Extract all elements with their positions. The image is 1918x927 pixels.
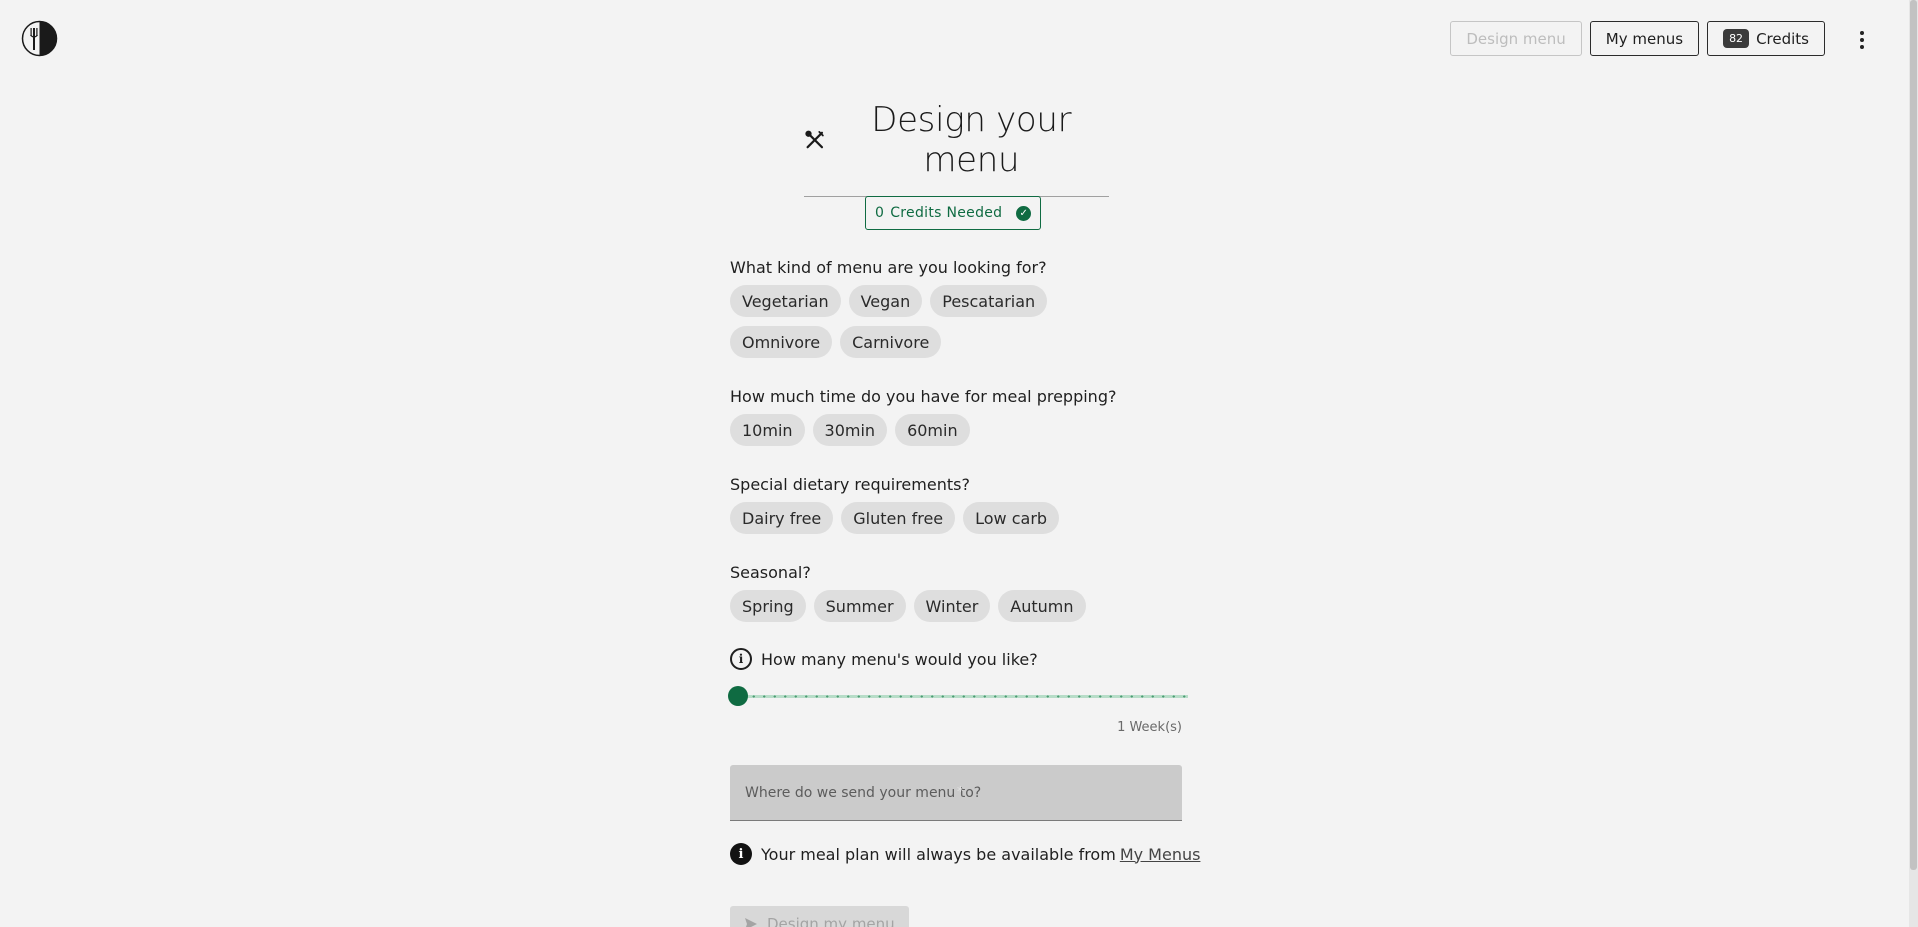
chip-carnivore[interactable]: Carnivore <box>840 326 942 358</box>
chip-dairy-free[interactable]: Dairy free <box>730 502 834 534</box>
chip-30min[interactable]: 30min <box>812 414 888 446</box>
chip-gluten-free[interactable]: Gluten free <box>841 502 956 534</box>
seasonal-chips: Spring Summer Winter Autumn <box>730 590 1130 622</box>
menus-count-slider[interactable] <box>728 686 1190 706</box>
logo[interactable] <box>21 20 58 57</box>
availability-note-text: Your meal plan will always be available … <box>761 844 1116 864</box>
seasonal-question: Seasonal? <box>730 563 811 582</box>
my-menus-button[interactable]: My menus <box>1589 21 1700 56</box>
required-mark: * <box>957 785 964 800</box>
seasonal-section: Seasonal? Spring Summer Winter Autumn <box>730 563 1130 622</box>
slider-thumb[interactable] <box>728 686 748 706</box>
menu-type-question: What kind of menu are you looking for? <box>730 258 1047 277</box>
check-circle-icon: ✓ <box>1016 205 1032 221</box>
chip-summer[interactable]: Summer <box>813 590 906 622</box>
prep-time-chips: 10min 30min 60min <box>730 414 1130 446</box>
menu-type-chips: Vegetarian Vegan Pescatarian Omnivore Ca… <box>730 285 1130 358</box>
chip-winter[interactable]: Winter <box>913 590 991 622</box>
fork-plate-icon <box>21 20 58 57</box>
design-my-menu-button[interactable]: Design my menu <box>730 906 909 927</box>
chip-spring[interactable]: Spring <box>730 590 806 622</box>
scrollbar[interactable] <box>1909 0 1918 927</box>
info-filled-icon: i <box>730 843 752 865</box>
credits-needed-badge: 0 Credits Needed ✓ <box>865 196 1042 230</box>
page-title: Design your menu <box>804 100 1109 180</box>
credits-needed-count: 0 <box>875 205 885 221</box>
menus-count-question: i How many menu's would you like? <box>730 648 1038 670</box>
send-icon <box>745 918 757 927</box>
chip-vegetarian[interactable]: Vegetarian <box>730 285 841 317</box>
chip-60min[interactable]: 60min <box>895 414 970 446</box>
dietary-section: Special dietary requirements? Dairy free… <box>730 475 1130 534</box>
chip-10min[interactable]: 10min <box>730 414 805 446</box>
design-my-menu-label: Design my menu <box>767 915 895 927</box>
credits-label: Credits <box>1756 29 1809 48</box>
page-title-text: Design your menu <box>871 100 1072 180</box>
chip-autumn[interactable]: Autumn <box>998 590 1086 622</box>
credits-button[interactable]: 82 Credits <box>1707 21 1825 56</box>
scrollbar-thumb[interactable] <box>1910 0 1917 870</box>
menus-count-label: How many menu's would you like? <box>761 649 1038 669</box>
dietary-chips: Dairy free Gluten free Low carb <box>730 502 1130 534</box>
prep-time-question: How much time do you have for meal prepp… <box>730 387 1117 406</box>
top-actions: Design menu My menus 82 Credits <box>1450 21 1825 56</box>
design-menu-button[interactable]: Design menu <box>1450 21 1582 56</box>
chip-vegan[interactable]: Vegan <box>848 285 923 317</box>
credits-count-badge: 82 <box>1723 29 1750 48</box>
dietary-question: Special dietary requirements? <box>730 475 970 494</box>
chip-low-carb[interactable]: Low carb <box>963 502 1060 534</box>
chip-pescatarian[interactable]: Pescatarian <box>930 285 1048 317</box>
email-input[interactable] <box>745 784 1167 801</box>
availability-note: i Your meal plan will always be availabl… <box>730 843 1200 865</box>
page-title-block: Design your menu <box>804 100 1109 197</box>
slider-tick-marks <box>738 695 1188 698</box>
chip-omnivore[interactable]: Omnivore <box>730 326 833 358</box>
crossed-utensils-icon <box>805 130 824 149</box>
menu-type-section: What kind of menu are you looking for? V… <box>730 258 1130 358</box>
my-menus-link[interactable]: My Menus <box>1120 845 1201 864</box>
credits-needed-label: Credits Needed <box>890 205 1003 221</box>
slider-caption: 1 Week(s) <box>1117 720 1182 735</box>
info-outline-icon[interactable]: i <box>730 648 752 670</box>
email-field[interactable]: * <box>730 765 1182 821</box>
prep-time-section: How much time do you have for meal prepp… <box>730 387 1130 446</box>
kebab-menu-icon[interactable] <box>1852 28 1872 52</box>
